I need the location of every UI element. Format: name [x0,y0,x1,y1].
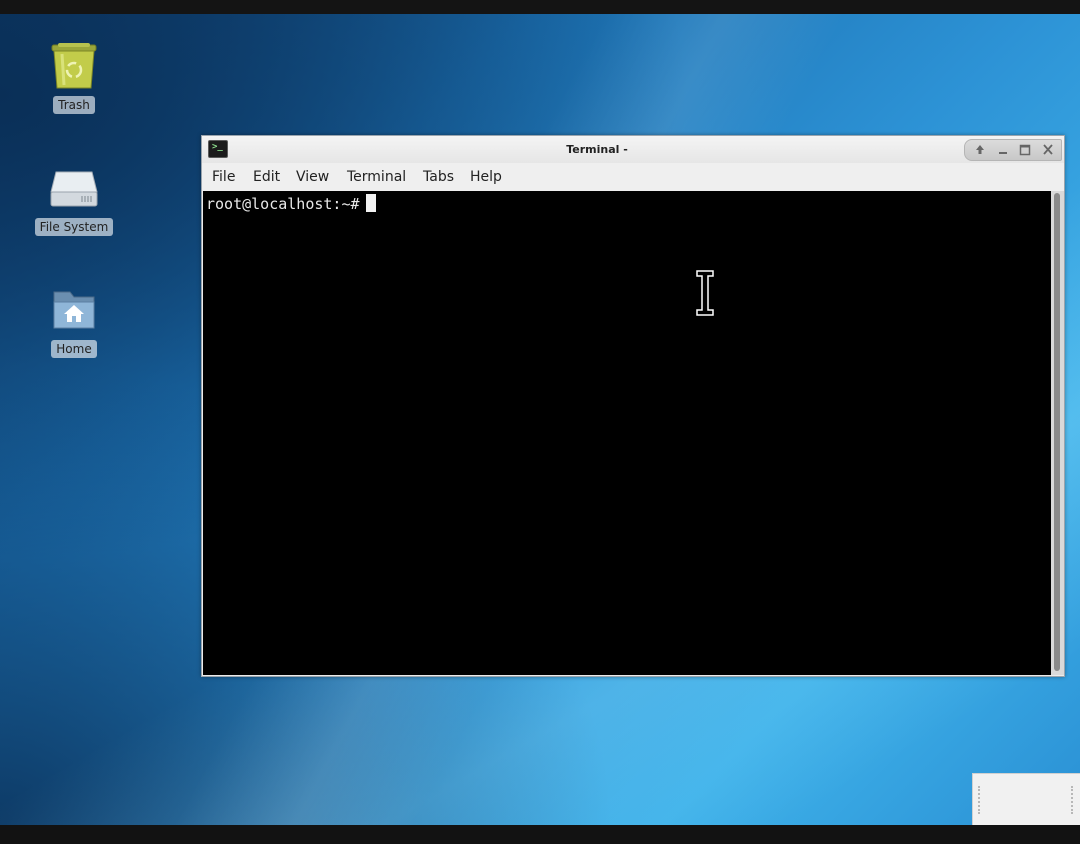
desktop-icon-label: Trash [53,96,95,114]
menu-view[interactable]: View [296,169,329,185]
panel-grip-right[interactable] [1071,786,1075,814]
terminal-prompt-line: root@localhost:~# [206,194,376,213]
desktop-icon-file-system[interactable]: File System [34,164,114,236]
text-cursor [365,194,376,212]
desktop-icon-label: Home [51,340,97,358]
bottom-panel-corner[interactable] [972,773,1080,825]
pin-up-icon[interactable] [971,142,989,158]
window-title: Terminal - [566,143,628,156]
maximize-icon[interactable] [1016,142,1034,158]
bottom-edge [0,825,1080,844]
desktop-icon-label: File System [34,218,114,236]
panel-grip-left[interactable] [978,786,982,814]
close-icon[interactable] [1039,142,1057,158]
window-controls [964,139,1062,161]
menu-tabs[interactable]: Tabs [423,169,454,185]
menu-help[interactable]: Help [470,169,502,185]
terminal-window[interactable]: >_ Terminal - File Edit View Terminal Ta… [201,135,1065,677]
scrollbar-thumb[interactable] [1054,193,1060,671]
ibeam-cursor-icon [695,269,715,317]
terminal-area[interactable]: root@localhost:~# [203,191,1051,675]
trash-icon [48,42,100,92]
terminal-prompt: root@localhost:~# [206,195,360,213]
drive-icon [48,164,100,214]
top-panel [0,0,1080,14]
desktop-icon-home[interactable]: Home [34,286,114,358]
terminal-scrollbar[interactable] [1051,191,1064,675]
menu-file[interactable]: File [212,169,235,185]
minimize-icon[interactable] [994,142,1012,158]
home-folder-icon [48,286,100,336]
desktop-icon-trash[interactable]: Trash [34,42,114,114]
menu-bar: File Edit View Terminal Tabs Help [202,163,1064,191]
menu-edit[interactable]: Edit [253,169,280,185]
menu-terminal[interactable]: Terminal [347,169,406,185]
window-titlebar[interactable]: >_ Terminal - [202,136,1064,163]
